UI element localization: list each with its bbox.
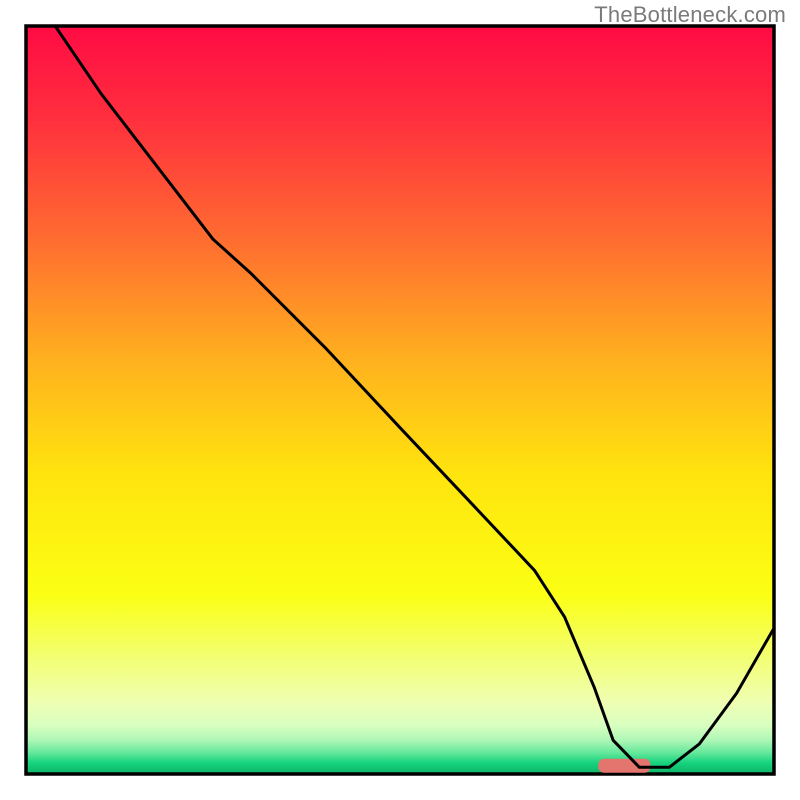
chart-svg xyxy=(0,0,800,800)
plot-area xyxy=(26,26,774,774)
watermark-text: TheBottleneck.com xyxy=(594,2,786,28)
bottleneck-chart: TheBottleneck.com xyxy=(0,0,800,800)
